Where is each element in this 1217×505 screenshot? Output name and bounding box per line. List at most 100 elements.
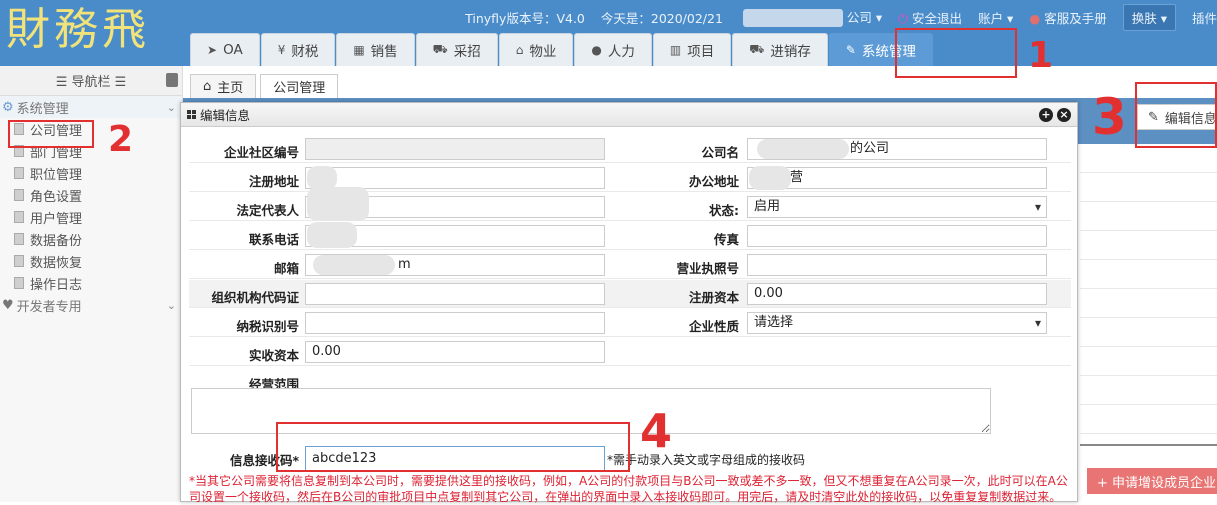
top-toolbar: Tinyfly版本号：V4.0 今天是：2020/02/21 公司 ▾ ⏻ 安全… <box>449 3 1217 31</box>
sidebar-item-label: 数据备份 <box>30 233 83 249</box>
tab-yen[interactable]: ¥ 财税 <box>260 33 336 66</box>
user-icon: ● <box>1029 10 1041 26</box>
document-icon <box>14 277 24 289</box>
power-icon: ⏻ <box>898 10 909 26</box>
document-icon <box>14 233 24 245</box>
tab-label: 进销存 <box>770 44 811 60</box>
sidebar-item-4[interactable]: 用户管理 <box>0 206 182 228</box>
account-menu[interactable]: 账户 ▾ <box>978 8 1013 27</box>
annotation-1: 1 <box>1028 35 1054 76</box>
label-license: 营业执照号 <box>676 261 739 276</box>
skin-button[interactable]: 换肤 ▾ <box>1122 3 1176 31</box>
tab-truck[interactable]: ⛟ 进销存 <box>732 33 828 66</box>
recv-code-hint: *需手动录入英文或字母组成的接收码 <box>607 453 806 467</box>
sidebar-item-5[interactable]: 数据备份 <box>0 228 182 250</box>
fax-input[interactable] <box>747 225 1047 247</box>
apply-member-button[interactable]: + 申请增设成员企业 <box>1087 468 1217 494</box>
recv-code-note: *当其它公司需要将信息复制到本公司时，需要提供这里的接收码，例如，A公司的付款项… <box>189 474 1068 504</box>
tab-building[interactable]: ▥ 项目 <box>652 33 732 66</box>
sidebar-item-label: 角色设置 <box>30 189 83 205</box>
chevron-down-icon: ⌄ <box>166 100 176 114</box>
tab-user[interactable]: ● 人力 <box>574 33 652 66</box>
label-fax: 传真 <box>713 232 739 247</box>
document-icon <box>14 189 24 201</box>
paper-plane-icon: ➤ <box>207 43 218 57</box>
tax-id-input[interactable] <box>305 312 605 334</box>
license-input[interactable] <box>747 254 1047 276</box>
label-tax-id: 纳税识别号 <box>236 319 299 334</box>
label-reg-capital: 注册资本 <box>688 290 739 305</box>
redaction-blob <box>757 139 849 159</box>
close-icon[interactable]: × <box>1057 108 1071 122</box>
date-text: 今天是：2020/02/21 <box>600 10 723 26</box>
dialog-title-bar: 编辑信息 <box>181 103 1077 127</box>
sidebar-group-dev[interactable]: ♥ 开发者专用 ⌄ <box>0 294 182 316</box>
wrench-icon: ✎ <box>845 43 856 57</box>
scrollbar[interactable] <box>1080 444 1217 446</box>
logout-link[interactable]: ⏻ 安全退出 <box>898 8 962 27</box>
building-icon: ▥ <box>669 43 682 57</box>
sidebar-item-label: 用户管理 <box>30 211 83 227</box>
tab-table[interactable]: ▦ 销售 <box>336 33 415 66</box>
bank-icon: ⌂ <box>515 43 524 57</box>
gears-icon: ⚙ <box>2 99 14 115</box>
redaction-blob <box>307 187 369 221</box>
plugin-link[interactable]: 插件 <box>1192 8 1217 27</box>
tab-label: 销售 <box>370 44 398 60</box>
tab-label: 采招 <box>453 44 481 60</box>
annotation-2: 2 <box>108 119 134 160</box>
lock-icon[interactable] <box>166 73 178 87</box>
redaction-blob <box>749 166 791 190</box>
sidebar-item-label: 职位管理 <box>30 167 83 183</box>
paid-capital-input[interactable]: 0.00 <box>305 341 605 363</box>
sidebar-item-label: 数据恢复 <box>30 255 83 271</box>
annotation-4: 4 <box>640 404 673 458</box>
sidebar-item-6[interactable]: 数据恢复 <box>0 250 182 272</box>
label-company-name: 公司名 <box>701 145 739 160</box>
nav-header: ☰ 导航栏 ☰ <box>0 66 182 96</box>
label-nature: 企业性质 <box>688 319 739 334</box>
sidebar-item-3[interactable]: 角色设置 <box>0 184 182 206</box>
label-community-no: 企业社区编号 <box>223 145 299 160</box>
table-icon: ▦ <box>353 43 365 57</box>
community-no-input[interactable] <box>305 138 605 160</box>
label-office-addr: 办公地址 <box>688 174 739 189</box>
document-icon <box>14 167 24 179</box>
reg-addr-input[interactable] <box>305 167 605 189</box>
tab-paper-plane[interactable]: ➤ OA <box>190 33 260 66</box>
tab-label: 人力 <box>607 44 635 60</box>
service-link[interactable]: ● 客服及手册 <box>1029 8 1106 27</box>
org-code-input[interactable] <box>305 283 605 305</box>
tab-company[interactable]: 公司管理 <box>260 74 339 98</box>
sidebar-group-system[interactable]: ⚙ 系统管理 ⌄ <box>0 96 182 118</box>
tab-label: 物业 <box>529 44 557 60</box>
content-tabs: ⌂ 主页 公司管理 <box>190 74 342 98</box>
annotation-box-2 <box>8 120 94 148</box>
document-icon <box>14 211 24 223</box>
sidebar-item-7[interactable]: 操作日志 <box>0 272 182 294</box>
annotation-box-4 <box>276 422 630 472</box>
tab-home[interactable]: ⌂ 主页 <box>190 74 257 98</box>
nature-select[interactable]: 请选择 <box>747 312 1047 334</box>
label-legal-rep: 法定代表人 <box>236 203 299 218</box>
heart-icon: ♥ <box>2 297 14 313</box>
status-select[interactable]: 启用 <box>747 196 1047 218</box>
tab-cart[interactable]: ⛟ 采招 <box>415 33 498 66</box>
maximize-icon[interactable]: + <box>1039 108 1053 122</box>
label-paid-capital: 实收资本 <box>248 348 299 363</box>
office-addr-input[interactable]: 营 <box>747 167 1047 189</box>
yen-icon: ¥ <box>277 43 286 57</box>
tab-bank[interactable]: ⌂ 物业 <box>498 33 574 66</box>
document-icon <box>14 255 24 267</box>
sidebar-item-2[interactable]: 职位管理 <box>0 162 182 184</box>
redaction-blob <box>313 255 395 275</box>
user-icon: ● <box>591 43 602 57</box>
tab-label: OA <box>223 42 243 58</box>
label-email: 邮箱 <box>273 261 299 276</box>
sidebar-item-label: 操作日志 <box>30 277 83 293</box>
company-switcher[interactable]: 公司 ▾ <box>739 7 882 28</box>
grid-icon <box>187 110 196 119</box>
truck-icon: ⛟ <box>749 42 765 56</box>
tab-label: 财税 <box>291 44 319 60</box>
reg-capital-input[interactable]: 0.00 <box>747 283 1047 305</box>
